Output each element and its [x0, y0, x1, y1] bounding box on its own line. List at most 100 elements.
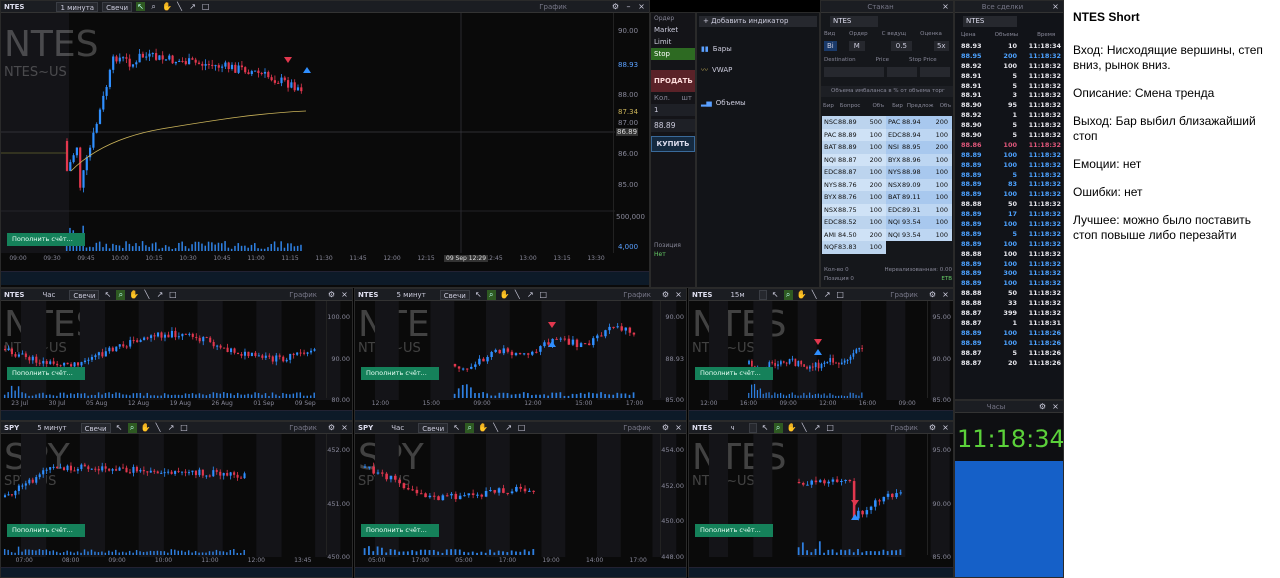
close-icon[interactable]: ×	[1051, 2, 1060, 11]
volume-bar	[861, 552, 864, 555]
level2-row[interactable]: NSC 88.89 500 PAC 88.94 200	[822, 116, 952, 129]
candle-body	[817, 362, 820, 369]
candle-body	[38, 362, 41, 364]
indicator-bars[interactable]: ▮▮ Бары	[701, 45, 732, 53]
price-axis[interactable]: 452.00 451.00 450.00	[326, 434, 352, 561]
volume-bar	[535, 394, 537, 398]
order-type-limit[interactable]: Limit	[651, 36, 695, 48]
order-type-stop[interactable]: Stop	[651, 48, 695, 60]
add-indicator-button[interactable]: + Добавить индикатор	[699, 16, 817, 27]
close-icon[interactable]: ×	[941, 2, 950, 11]
footer-qty: Кол-во 0	[824, 267, 849, 273]
candle-body	[10, 494, 13, 496]
volume-bar	[42, 550, 44, 555]
price-axis[interactable]: 454.00 452.00 450.00 448.00	[660, 434, 686, 561]
time-tick: 13:45	[294, 557, 312, 564]
candle-body	[313, 349, 316, 351]
level2-row[interactable]: PAC 88.89 100 EDC 88.94 100	[822, 128, 952, 141]
main-price-plot[interactable]	[1, 1, 650, 288]
ts-cell: 88.88	[961, 299, 982, 308]
price-axis[interactable]: 95.00 90.00 85.00	[927, 301, 953, 404]
market-button[interactable]: M	[848, 41, 865, 51]
level2-row[interactable]: NYS 88.76 200 NSX 89.09 100	[822, 178, 952, 191]
offset-field[interactable]: 0.5	[890, 41, 912, 51]
volume-bar	[208, 551, 211, 555]
time-axis[interactable]: 07:00 08:00 09:00 10:00 11:00 12:00 13:45	[1, 557, 326, 566]
time-axis[interactable]	[689, 557, 927, 566]
volume-bar	[94, 551, 96, 555]
navigator-bar[interactable]	[1, 567, 352, 577]
open-account-button[interactable]: Пополнить счёт...	[7, 367, 85, 380]
footer-position: Позиция 0	[824, 276, 854, 282]
open-account-button[interactable]: Пополнить счёт...	[7, 524, 85, 537]
volume-bar	[102, 247, 104, 251]
level2-row[interactable]: AMI 84.50 200 NQI 93.54 100	[822, 228, 952, 241]
time-axis[interactable]: 23 Jul 30 Jul 05 Aug 12 Aug 19 Aug 26 Aug 01 S…	[1, 400, 326, 409]
time-axis[interactable]: 12:00 16:00 09:00 12:00 16:00 09:00	[689, 400, 927, 409]
price-axis[interactable]: 90.00 88.93 85.00	[660, 301, 686, 404]
sell-button[interactable]: ПРОДАТЬ	[651, 70, 695, 92]
route-button[interactable]: Bi	[824, 41, 837, 51]
price-input[interactable]: 88.89	[651, 119, 695, 132]
indicator-vwap[interactable]: 〰 VWAP	[701, 65, 732, 75]
time-tick: 11:00	[201, 557, 219, 564]
navigator-bar[interactable]	[689, 410, 953, 420]
candle-body	[112, 56, 115, 70]
level2-row[interactable]: EDC 88.52 100 NQI 93.54 100	[822, 216, 952, 229]
time-axis[interactable]: 05:00 17:00 05:00 17:00 19:00 14:00 17:00	[355, 557, 660, 566]
small-price-plot[interactable]	[1, 422, 353, 578]
price-axis[interactable]: 95.00 90.00 85.00	[927, 434, 953, 561]
price-tick: 95.00	[932, 313, 951, 321]
open-account-button[interactable]: Пополнить счёт...	[7, 233, 85, 246]
ts-symbol-input[interactable]: NTES	[963, 16, 1017, 27]
level2-row[interactable]: BYX 88.76 100 BAT 89.11 100	[822, 191, 952, 204]
candle-body	[296, 352, 299, 355]
multiplier-button[interactable]: 5x	[933, 41, 949, 51]
candle-body	[132, 340, 135, 342]
level2-row[interactable]: NQF 83.83 100	[822, 241, 952, 254]
stop-price-input[interactable]	[920, 67, 950, 77]
close-icon[interactable]: ×	[1051, 402, 1060, 411]
small-price-plot[interactable]	[355, 422, 687, 578]
destination-select[interactable]	[824, 67, 884, 77]
time-axis[interactable]: 09:00 09:30 09:45 10:00 10:15 10:30 10:45 11:00…	[1, 255, 613, 264]
navigator-bar[interactable]	[355, 567, 686, 577]
volume-bar	[445, 549, 448, 555]
open-account-button[interactable]: Пополнить счёт...	[695, 367, 773, 380]
navigator-bar[interactable]	[1, 271, 649, 285]
candle-body	[428, 495, 432, 498]
price-axis[interactable]: 90.00 88.93 88.00 87.34 87.00 86.89 86.0…	[613, 13, 649, 253]
time-axis[interactable]: 12:00 15:00 09:00 12:00 15:00 17:00	[355, 400, 660, 409]
small-price-plot[interactable]	[689, 422, 954, 578]
volume-bar	[108, 550, 110, 555]
price-axis[interactable]: 100.00 90.00 80.00	[326, 301, 352, 404]
level2-row[interactable]: NSX 88.75 100 EDC 89.31 100	[822, 203, 952, 216]
level2-row[interactable]: NQI 88.87 200 BYX 88.96 100	[822, 153, 952, 166]
settings-icon[interactable]: ⚙	[1038, 402, 1047, 411]
level2-row[interactable]: BAT 88.89 100 NSI 88.95 200	[822, 141, 952, 154]
level2-symbol-input[interactable]: NTES	[830, 16, 878, 27]
volume-bar	[575, 394, 578, 398]
qty-input[interactable]: 1	[651, 104, 695, 116]
candle-body	[160, 332, 163, 338]
order-type-market[interactable]: Market	[651, 24, 695, 36]
bid-cell: 84.50	[838, 230, 857, 239]
ts-row: 88.92 1 11:18:32	[961, 111, 1061, 121]
open-account-button[interactable]: Пополнить счёт...	[361, 524, 439, 537]
navigator-bar[interactable]	[689, 567, 953, 577]
navigator-bar[interactable]	[355, 410, 686, 420]
level2-row[interactable]: EDC 88.87 100 NYS 88.98 100	[822, 166, 952, 179]
candle-body	[486, 357, 489, 362]
price-input[interactable]	[887, 67, 917, 77]
open-account-button[interactable]: Пополнить счёт...	[361, 367, 439, 380]
session-shade	[138, 434, 164, 557]
ts-cell: 5	[1012, 81, 1017, 90]
volume-bar	[7, 549, 9, 555]
indicator-volume[interactable]: ▂▅ Объемы	[701, 99, 746, 107]
navigator-bar[interactable]	[1, 410, 352, 420]
volume-bar	[800, 395, 802, 398]
open-account-button[interactable]: Пополнить счёт...	[695, 524, 773, 537]
buy-button[interactable]: КУПИТЬ	[651, 136, 695, 152]
candle-body	[376, 472, 380, 474]
volume-bar	[204, 245, 207, 251]
